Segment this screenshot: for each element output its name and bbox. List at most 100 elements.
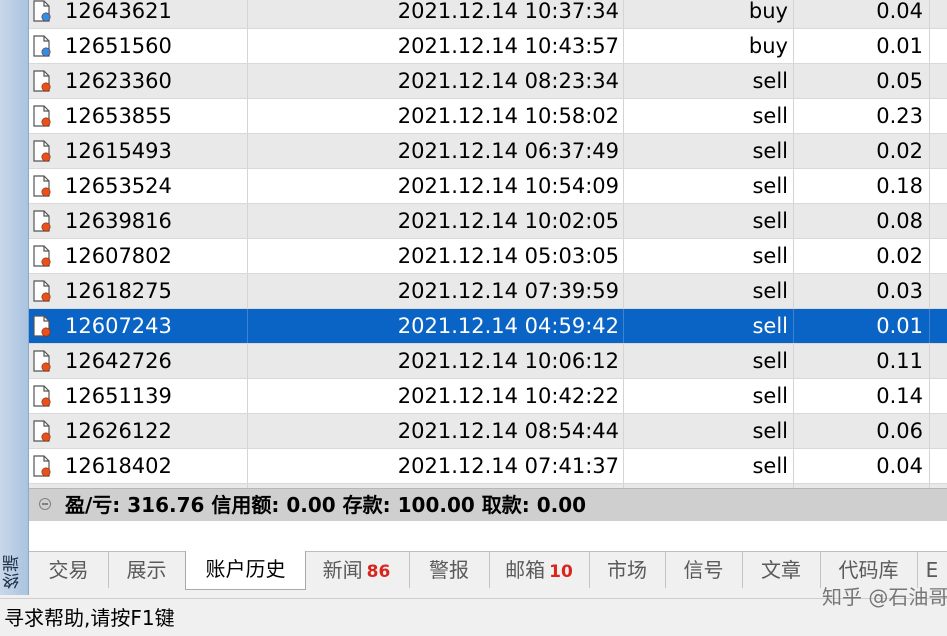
- sell-order-icon: [33, 449, 59, 483]
- sell-order-icon: [33, 64, 59, 98]
- table-row[interactable]: 12653524 2021.12.14 10:54:09 sell 0.18: [29, 169, 947, 204]
- order-volume: 0.06: [876, 419, 923, 443]
- order-type: sell: [752, 454, 788, 478]
- order-time: 2021.12.14 08:23:34: [397, 69, 619, 93]
- tab-label: 警报: [429, 558, 469, 582]
- status-bar: 寻求帮助,请按F1键: [0, 598, 947, 636]
- tab-label: 交易: [48, 558, 89, 582]
- tab-6[interactable]: 市场: [589, 552, 666, 588]
- tab-label: 信号: [683, 558, 724, 582]
- order-time: 2021.12.14 10:02:05: [397, 209, 619, 233]
- tab-badge: 86: [366, 562, 391, 582]
- tab-1[interactable]: 展示: [108, 552, 186, 588]
- order-type: sell: [752, 349, 788, 373]
- tab-7[interactable]: 信号: [665, 552, 743, 588]
- terminal-side-bar[interactable]: 终端: [0, 0, 29, 595]
- watermark: 知乎 @石油哥: [822, 585, 947, 609]
- sell-order-icon: [33, 169, 59, 203]
- order-type: sell: [752, 104, 788, 128]
- order-time: 2021.12.14 10:42:22: [397, 384, 619, 408]
- table-row[interactable]: 12642726 2021.12.14 10:06:12 sell 0.11: [29, 344, 947, 379]
- table-row[interactable]: 12651139 2021.12.14 10:42:22 sell 0.14: [29, 379, 947, 414]
- sell-order-icon: [33, 274, 59, 308]
- table-blank-area: [29, 521, 947, 551]
- order-time: 2021.12.14 04:59:42: [397, 314, 619, 338]
- tab-label: E: [925, 558, 939, 582]
- tab-label: 邮箱: [505, 558, 546, 582]
- table-row[interactable]: 12643621 2021.12.14 10:37:34 buy 0.04: [29, 0, 947, 29]
- table-row[interactable]: 12607802 2021.12.14 05:03:05 sell 0.02: [29, 239, 947, 274]
- order-id: 12651139: [65, 384, 172, 408]
- order-time: 2021.12.14 10:43:57: [397, 34, 619, 58]
- order-id: 12623360: [65, 69, 172, 93]
- terminal-label: 终端: [3, 555, 23, 589]
- tab-label: 新闻: [322, 558, 363, 582]
- table-row[interactable]: 12623360 2021.12.14 08:23:34 sell 0.05: [29, 64, 947, 99]
- order-type: sell: [752, 139, 788, 163]
- order-volume: 0.04: [876, 0, 923, 23]
- order-volume: 0.11: [876, 349, 923, 373]
- order-volume: 0.01: [876, 34, 923, 58]
- order-volume: 0.03: [876, 279, 923, 303]
- order-time: 2021.12.14 10:54:09: [397, 174, 619, 198]
- tab-label: 展示: [126, 558, 167, 582]
- table-row[interactable]: 12615493 2021.12.14 06:37:49 sell 0.02: [29, 134, 947, 169]
- status-text: 寻求帮助,请按F1键: [4, 606, 175, 630]
- sell-order-icon: [33, 99, 59, 133]
- order-volume: 0.05: [876, 69, 923, 93]
- sell-order-icon: [33, 134, 59, 168]
- order-volume: 0.04: [876, 454, 923, 478]
- account-history-table: 12643621 2021.12.14 10:37:34 buy 0.04 126515…: [29, 0, 947, 519]
- table-row[interactable]: 12618402 2021.12.14 07:41:37 sell 0.04: [29, 449, 947, 484]
- order-time: 2021.12.14 10:06:12: [397, 349, 619, 373]
- sell-order-icon: [33, 414, 59, 448]
- order-time: 2021.12.14 08:54:44: [397, 419, 619, 443]
- sell-order-icon: [33, 239, 59, 273]
- table-row[interactable]: 12653855 2021.12.14 10:58:02 sell 0.23: [29, 99, 947, 134]
- order-id: 12651560: [65, 34, 172, 58]
- order-id: 12643621: [65, 0, 172, 23]
- order-type: sell: [752, 419, 788, 443]
- summary-text: 盈/亏: 316.76 信用额: 0.00 存款: 100.00 取款: 0.0…: [65, 493, 587, 517]
- tab-8[interactable]: 文章: [742, 552, 821, 588]
- order-id: 12653855: [65, 104, 172, 128]
- tab-label: 文章: [761, 558, 801, 582]
- order-id: 12607243: [65, 314, 172, 338]
- tab-0[interactable]: 交易: [29, 552, 109, 588]
- order-type: sell: [752, 69, 788, 93]
- order-time: 2021.12.14 06:37:49: [397, 139, 619, 163]
- order-id: 12618275: [65, 279, 172, 303]
- order-time: 2021.12.14 05:03:05: [397, 244, 619, 268]
- order-volume: 0.08: [876, 209, 923, 233]
- order-id: 12615493: [65, 139, 172, 163]
- tab-2[interactable]: 账户历史: [185, 551, 306, 590]
- order-time: 2021.12.14 10:37:34: [397, 0, 619, 23]
- collapse-icon[interactable]: [39, 498, 51, 510]
- order-type: sell: [752, 244, 788, 268]
- sell-order-icon: [33, 204, 59, 238]
- table-row[interactable]: 12607243 2021.12.14 04:59:42 sell 0.01: [29, 309, 947, 344]
- order-time: 2021.12.14 10:58:02: [397, 104, 619, 128]
- order-time: 2021.12.14 07:39:59: [397, 279, 619, 303]
- table-row[interactable]: 12639816 2021.12.14 10:02:05 sell 0.08: [29, 204, 947, 239]
- order-time: 2021.12.14 07:41:37: [397, 454, 619, 478]
- order-type: sell: [752, 279, 788, 303]
- tab-label: 代码库: [838, 558, 899, 582]
- tab-3[interactable]: 新闻 86: [304, 552, 410, 588]
- tab-4[interactable]: 警报: [409, 552, 490, 588]
- table-row[interactable]: 12626122 2021.12.14 08:54:44 sell 0.06: [29, 414, 947, 449]
- table-row[interactable]: 12651560 2021.12.14 10:43:57 buy 0.01: [29, 29, 947, 64]
- sell-order-icon: [33, 379, 59, 413]
- order-volume: 0.02: [876, 139, 923, 163]
- order-type: sell: [752, 174, 788, 198]
- order-id: 12653524: [65, 174, 172, 198]
- order-type: sell: [752, 209, 788, 233]
- order-volume: 0.14: [876, 384, 923, 408]
- order-volume: 0.23: [876, 104, 923, 128]
- order-id: 12607802: [65, 244, 172, 268]
- table-row[interactable]: 12618275 2021.12.14 07:39:59 sell 0.03: [29, 274, 947, 309]
- order-type: sell: [752, 384, 788, 408]
- order-volume: 0.01: [876, 314, 923, 338]
- tab-5[interactable]: 邮箱 10: [489, 552, 590, 588]
- tab-label: 账户历史: [205, 557, 286, 581]
